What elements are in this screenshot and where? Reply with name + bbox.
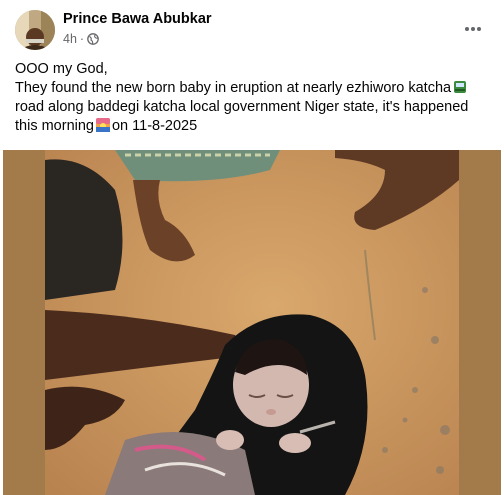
- post-text-paragraph: They found the new born baby in eruption…: [15, 79, 493, 136]
- post-photo[interactable]: [45, 150, 459, 495]
- post-header: Prince Bawa Abubkar 4h ·: [0, 0, 504, 58]
- avatar-image: [15, 10, 55, 50]
- post-meta: 4h ·: [63, 32, 99, 46]
- post-body: OOO my God, They found the new born baby…: [15, 60, 493, 136]
- baby-photo-image: [45, 150, 459, 495]
- author-avatar[interactable]: [15, 10, 55, 50]
- author-name[interactable]: Prince Bawa Abubkar: [63, 11, 212, 27]
- globe-icon[interactable]: [87, 33, 99, 45]
- post-time[interactable]: 4h: [63, 32, 77, 46]
- post-media[interactable]: [3, 150, 501, 495]
- sunrise-emoji-icon: [95, 118, 110, 132]
- post-text-part2: road along baddegi katcha local governme…: [15, 99, 469, 134]
- post-text-line1: OOO my God,: [15, 61, 108, 77]
- post-text-part1: They found the new born baby in eruption…: [15, 80, 452, 96]
- facebook-post: Prince Bawa Abubkar 4h · OOO my God, The…: [0, 0, 504, 495]
- railway-car-emoji-icon: [453, 80, 467, 94]
- post-text-part3: on 11-8-2025: [111, 118, 198, 134]
- more-options-button[interactable]: [458, 14, 488, 44]
- meta-separator: ·: [79, 32, 85, 46]
- more-options-icon: [465, 27, 481, 31]
